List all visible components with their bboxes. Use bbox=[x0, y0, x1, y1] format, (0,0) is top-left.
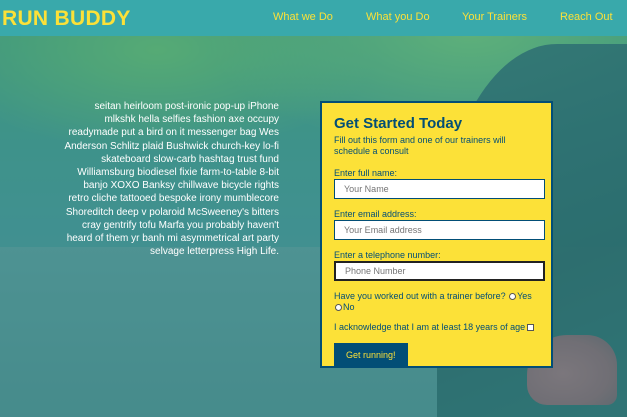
get-running-button[interactable]: Get running! bbox=[334, 343, 408, 367]
signup-form: Get Started Today Fill out this form and… bbox=[320, 101, 553, 368]
site-header: RUN BUDDY What we Do What you Do Your Tr… bbox=[0, 0, 627, 36]
email-label: Enter email address: bbox=[334, 209, 417, 219]
form-subtitle: Fill out this form and one of our traine… bbox=[334, 135, 506, 156]
email-input[interactable] bbox=[334, 220, 545, 240]
age-checkbox[interactable] bbox=[527, 324, 535, 331]
name-label: Enter full name: bbox=[334, 168, 398, 178]
trainer-question: Have you worked out with a trainer befor… bbox=[334, 291, 539, 313]
nav-link-reach-out[interactable]: Reach Out bbox=[560, 11, 613, 23]
radio-no[interactable] bbox=[335, 304, 342, 311]
nav-link-what-we-do[interactable]: What we Do bbox=[273, 11, 333, 23]
form-title: Get Started Today bbox=[334, 115, 463, 132]
main-nav: What we Do What you Do Your Trainers Rea… bbox=[0, 11, 627, 27]
radio-no-label[interactable]: No bbox=[343, 302, 355, 312]
hero-paragraph: seitan heirloom post-ironic pop-up iPhon… bbox=[64, 101, 279, 258]
age-acknowledgement-label[interactable]: I acknowledge that I am at least 18 year… bbox=[334, 322, 525, 332]
radio-yes-label[interactable]: Yes bbox=[517, 291, 532, 301]
phone-label: Enter a telephone number: bbox=[334, 250, 441, 260]
trainer-question-label: Have you worked out with a trainer befor… bbox=[334, 291, 506, 301]
nav-link-your-trainers[interactable]: Your Trainers bbox=[462, 11, 527, 23]
radio-yes[interactable] bbox=[509, 293, 517, 300]
phone-input[interactable] bbox=[334, 261, 545, 281]
nav-link-what-you-do[interactable]: What you Do bbox=[366, 11, 430, 23]
age-acknowledgement: I acknowledge that I am at least 18 year… bbox=[334, 322, 539, 332]
name-input[interactable] bbox=[334, 179, 545, 199]
